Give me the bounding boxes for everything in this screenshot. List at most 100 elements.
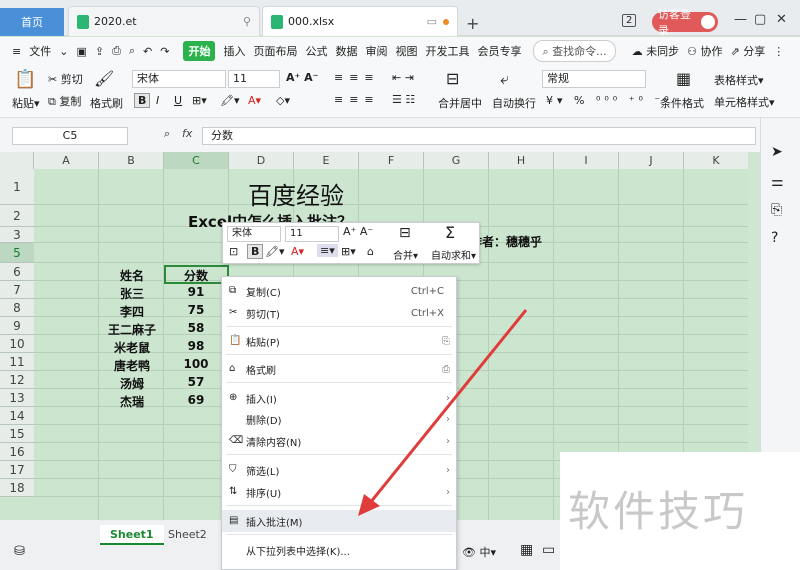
menu-page-layout[interactable]: 页面布局 — [253, 43, 297, 59]
maximize-icon[interactable]: ▢ — [754, 12, 766, 27]
minimize-icon[interactable]: — — [734, 12, 747, 27]
zoom-icon[interactable]: ⌕ — [164, 127, 170, 141]
column-header-h[interactable]: H — [489, 152, 554, 169]
row-header-8[interactable]: 8 — [0, 299, 34, 317]
mini-font-grow-icon[interactable]: A⁺ A⁻ — [343, 225, 373, 238]
row-header-16[interactable]: 16 — [0, 443, 34, 461]
row-header-18[interactable]: 18 — [0, 479, 34, 497]
cell-style-button[interactable]: 单元格样式▾ — [714, 94, 775, 110]
tab-2020-et[interactable]: 2020.et ⚲ — [68, 6, 260, 36]
row-header-7[interactable]: 7 — [0, 281, 34, 299]
column-header-g[interactable]: G — [424, 152, 489, 169]
sync-status[interactable]: ☁ 未同步 — [632, 43, 680, 59]
row-header-2[interactable]: 2 — [0, 205, 34, 227]
mini-font-name-select[interactable]: 宋体 — [227, 226, 281, 242]
sliders-icon[interactable]: ⚌ — [771, 174, 784, 190]
menu-review[interactable]: 审阅 — [365, 43, 387, 59]
column-header-e[interactable]: E — [294, 152, 359, 169]
underline-button[interactable]: U — [174, 94, 182, 107]
menu-developer[interactable]: 开发工具 — [425, 43, 469, 59]
hamburger-icon[interactable]: ≡ — [12, 45, 21, 58]
menu-item-filter[interactable]: ⛉ 筛选(L) › — [222, 459, 456, 481]
menu-file[interactable]: 文件 — [29, 43, 51, 59]
mini-align-icon[interactable]: ≡▾ — [317, 244, 338, 257]
column-header-a[interactable]: A — [34, 152, 99, 169]
corner-cell[interactable] — [0, 152, 34, 169]
wrap-text-button[interactable]: 自动换行 — [492, 95, 536, 111]
row-header-6[interactable]: 6 — [0, 263, 34, 281]
sheet-tab-sheet1[interactable]: Sheet1 — [100, 525, 164, 545]
brush-icon[interactable]: 🖌 — [94, 69, 114, 88]
mini-border-table-icon[interactable]: ⊞▾ — [341, 245, 356, 258]
column-header-d[interactable]: D — [229, 152, 294, 169]
eye-icon[interactable]: 👁 中▾ — [462, 544, 496, 560]
table-style-button[interactable]: 表格样式▾ — [714, 72, 764, 88]
name-box[interactable]: C5 — [12, 127, 128, 145]
row-header-9[interactable]: 9 — [0, 317, 34, 335]
row-header-3[interactable]: 3 — [0, 227, 34, 243]
window-count-badge[interactable]: 2 — [622, 14, 637, 27]
wrap-icon[interactable]: ⤶ — [500, 69, 509, 89]
close-icon[interactable]: ✕ — [776, 12, 787, 27]
export-icon[interactable]: ⇪ — [95, 45, 104, 58]
normal-view-icon[interactable]: ▦ — [520, 542, 533, 558]
column-header-i[interactable]: I — [554, 152, 619, 169]
menu-insert[interactable]: 插入 — [223, 43, 245, 59]
format-painter-side-icon[interactable]: ⎙ — [442, 364, 450, 375]
cursor-icon[interactable]: ➤ — [771, 144, 783, 160]
redo-icon[interactable]: ↷ — [160, 45, 169, 58]
print-icon[interactable]: ⎙ — [112, 44, 121, 58]
conditional-format-icon[interactable]: ▦ — [676, 69, 691, 88]
menu-item-clear[interactable]: ⌫ 清除内容(N) › — [222, 430, 456, 452]
menu-start[interactable]: 开始 — [183, 41, 216, 61]
menu-item-delete[interactable]: 删除(D) › — [222, 408, 456, 430]
mini-format-painter-icon[interactable]: ⌂ — [367, 245, 374, 258]
row-header-10[interactable]: 10 — [0, 335, 34, 353]
autosum-button[interactable]: 自动求和▾ — [431, 247, 476, 262]
column-header-k[interactable]: K — [684, 152, 748, 169]
mini-bold-button[interactable]: B — [247, 244, 264, 259]
fx-icon[interactable]: fx — [182, 127, 192, 140]
share-button[interactable]: ⇗ 分享 — [731, 43, 766, 59]
conditional-format-button[interactable]: 条件格式 — [660, 95, 704, 111]
sheet-tab-sheet2[interactable]: Sheet2 — [158, 525, 217, 545]
row-header-11[interactable]: 11 — [0, 353, 34, 371]
menu-item-copy[interactable]: ⧉ 复制(C) Ctrl+C — [222, 280, 456, 302]
mini-font-size-select[interactable]: 11 — [285, 226, 339, 242]
menu-item-insert-comment[interactable]: ▤ 插入批注(M) — [222, 510, 456, 532]
tab-000-xlsx[interactable]: 000.xlsx ▭ — [262, 6, 458, 36]
menu-member[interactable]: 会员专享 — [477, 43, 521, 59]
menu-item-pick-from-list[interactable]: 从下拉列表中选择(K)... — [222, 539, 456, 561]
chevron-down-icon[interactable]: ⌄ — [59, 45, 68, 58]
align-top-icons[interactable]: ≡≡≡ — [334, 71, 380, 84]
more-icon[interactable]: ⋮ — [773, 45, 784, 58]
font-grow-icon[interactable]: A⁺ A⁻ — [286, 71, 318, 84]
pin-icon[interactable]: ⚲ — [243, 15, 251, 28]
backup-icon[interactable]: ⎘ — [771, 202, 782, 218]
fill-color-icon[interactable]: 🖍▾ — [220, 94, 240, 107]
bold-button[interactable]: B — [134, 93, 151, 108]
mini-merge-button[interactable]: 合并▾ — [393, 247, 418, 262]
menu-item-sort[interactable]: ⇅ 排序(U) › — [222, 481, 456, 503]
column-header-c[interactable]: C — [164, 152, 229, 169]
merge-center-button[interactable]: 合并居中 — [438, 95, 482, 111]
row-header-15[interactable]: 15 — [0, 425, 34, 443]
menu-formula[interactable]: 公式 — [305, 43, 327, 59]
row-header-17[interactable]: 17 — [0, 461, 34, 479]
align-left-icons[interactable]: ≡≡≡ — [334, 93, 380, 106]
menu-item-cut[interactable]: ✂ 剪切(T) Ctrl+X — [222, 302, 456, 324]
row-header-5[interactable]: 5 — [0, 243, 34, 263]
help-icon[interactable]: ? — [771, 230, 778, 246]
paste-button[interactable]: 粘贴▾ — [12, 95, 40, 111]
paste-options-icon[interactable]: ⎘ — [442, 336, 450, 347]
sigma-icon[interactable]: Σ — [445, 223, 455, 242]
column-header-b[interactable]: B — [99, 152, 164, 169]
cut-button[interactable]: ✂ 剪切 — [48, 71, 83, 87]
format-painter-button[interactable]: 格式刷 — [90, 95, 123, 111]
menu-item-format-painter[interactable]: ⌂ 格式刷 ⎙ — [222, 358, 456, 380]
column-header-j[interactable]: J — [619, 152, 684, 169]
font-size-select[interactable]: 11 — [228, 70, 280, 88]
italic-button[interactable]: I — [156, 94, 159, 107]
column-header-f[interactable]: F — [359, 152, 424, 169]
border-icon[interactable]: ⊞▾ — [192, 94, 207, 107]
